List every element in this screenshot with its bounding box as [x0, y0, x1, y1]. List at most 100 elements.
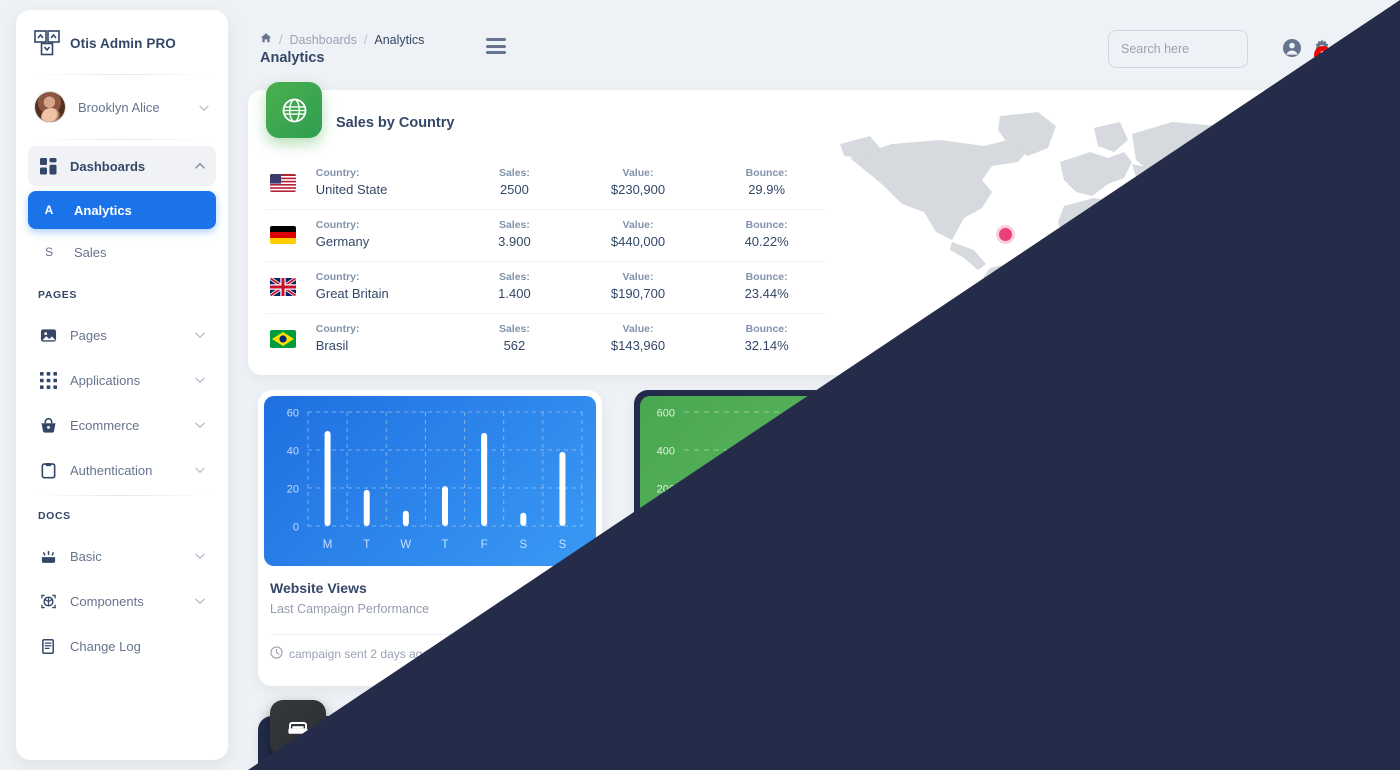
- chevron-down-icon[interactable]: [194, 419, 206, 431]
- nav-list-docs: Basic Components Change Log: [16, 530, 228, 666]
- marker-germany[interactable]: [1147, 218, 1160, 231]
- marker-brasil[interactable]: [1012, 281, 1025, 294]
- brand-title: Otis Admin PRO: [70, 35, 176, 51]
- home-icon[interactable]: [260, 32, 272, 47]
- svg-text:200: 200: [657, 484, 675, 496]
- footer-text: campaign sent 2 days ago: [289, 647, 430, 661]
- flag-gb: [266, 261, 312, 315]
- sofa-icon: [270, 700, 326, 756]
- add-person-icon: [1134, 700, 1190, 756]
- nav-list-pages: Pages Applications Ecommerce Authenticat…: [16, 309, 228, 490]
- sidebar-item-sales[interactable]: S Sales: [28, 233, 216, 271]
- table-row[interactable]: Country: Germany Sales: 3.900 Value: $440,0…: [266, 209, 826, 263]
- sidebar-item-ecommerce[interactable]: Ecommerce: [28, 405, 216, 445]
- apps-grid-icon: [38, 370, 58, 390]
- sidebar-item-label: Pages: [70, 327, 107, 343]
- sidebar-item-pages[interactable]: Pages: [28, 315, 216, 355]
- marker-china[interactable]: [1237, 247, 1250, 260]
- chevron-down-icon[interactable]: [194, 464, 206, 476]
- account-icon[interactable]: [1282, 38, 1302, 58]
- table-row[interactable]: Country: Brasil Sales: 562 Value: $143,960 …: [266, 314, 826, 366]
- sidebar-item-label: Dashboards: [70, 158, 146, 174]
- completed-tasks-chart[interactable]: 0 200 400 600 Apr May Jun Jul Aug Sep Oct Nov Dec: [1024, 396, 1356, 566]
- table-row[interactable]: Country: United State Sales: 2500 Value: $2…: [266, 158, 826, 211]
- cell-sales: 3.900: [498, 234, 531, 250]
- stat-card-revenue: Revenue 34k: [834, 700, 1102, 770]
- stat-value: +91: [1340, 750, 1376, 770]
- sidebar-item-components[interactable]: Components: [28, 581, 216, 621]
- svg-text:S: S: [559, 539, 567, 551]
- table-row[interactable]: Country: Great Britain Sales: 1.400 Value:…: [266, 261, 826, 315]
- sidebar-item-authentication[interactable]: Authentication: [28, 450, 216, 490]
- hamburger-menu-icon[interactable]: [486, 38, 506, 54]
- world-map-shape: [840, 112, 1314, 352]
- world-map[interactable]: [832, 100, 1392, 365]
- svg-text:400: 400: [1041, 446, 1059, 458]
- svg-text:40: 40: [287, 446, 299, 458]
- label-country: Country:: [315, 271, 360, 284]
- label-bounce: Bounce:: [745, 271, 788, 284]
- breadcrumb-parent[interactable]: Dashboards: [289, 33, 356, 47]
- notification-badge: 9: [1314, 46, 1332, 64]
- search-box[interactable]: [1108, 30, 1248, 68]
- globe-icon: [266, 82, 322, 138]
- cell-value: $190,700: [610, 286, 666, 302]
- marker-russia[interactable]: [1217, 200, 1230, 213]
- chevron-down-icon[interactable]: [194, 550, 206, 562]
- cell-value: $440,000: [610, 234, 666, 250]
- sidebar-item-label: Authentication: [70, 462, 153, 478]
- svg-text:Jul: Jul: [781, 539, 796, 551]
- chevron-down-icon[interactable]: [198, 101, 210, 113]
- label-country: Country:: [315, 167, 360, 179]
- chart-card-title: Website Views: [270, 580, 367, 596]
- clock-icon: [646, 646, 659, 662]
- sidebar-item-change-log[interactable]: Change Log: [28, 626, 216, 666]
- svg-text:Oct: Oct: [884, 539, 903, 551]
- bell-icon[interactable]: 9: [1314, 38, 1362, 64]
- svg-text:Apr: Apr: [1059, 539, 1077, 551]
- svg-text:T: T: [441, 539, 448, 551]
- search-input[interactable]: [1108, 30, 1248, 68]
- chevron-up-icon[interactable]: [194, 160, 206, 172]
- sidebar-item-applications[interactable]: Applications: [28, 360, 216, 400]
- nav-list: Dashboards A Analytics S Sales: [16, 140, 228, 271]
- cell-value: $230,900: [610, 182, 666, 198]
- marker-united-states[interactable]: [999, 228, 1012, 241]
- svg-text:600: 600: [1041, 408, 1059, 420]
- divider: [270, 634, 580, 635]
- sidebar-item-analytics[interactable]: A Analytics: [28, 191, 216, 229]
- user-profile-row[interactable]: Brooklyn Alice: [16, 75, 228, 139]
- chevron-down-icon[interactable]: [194, 374, 206, 386]
- stat-value: 2,300: [747, 750, 800, 770]
- cell-country: Great Britain: [315, 286, 389, 302]
- group-title-docs: DOCS: [38, 510, 71, 522]
- store-icon: [846, 700, 902, 756]
- basic-box-icon: [38, 546, 58, 566]
- clock-icon: [270, 646, 283, 662]
- cell-bounce: 29.9%: [748, 182, 786, 198]
- label-country: Country:: [315, 323, 360, 336]
- svg-text:20: 20: [287, 484, 299, 496]
- sidebar-item-label: Analytics: [74, 202, 132, 218]
- svg-text:Sep: Sep: [848, 539, 868, 551]
- stat-label: Today's Users: [721, 732, 800, 746]
- sidebar-item-basic[interactable]: Basic: [28, 536, 216, 576]
- svg-text:Aug: Aug: [1197, 539, 1217, 551]
- website-views-chart[interactable]: 0 20 40 60 M T W T F S S: [264, 396, 596, 566]
- chart-card-daily-sales: 0 200 400 600 Apr May Jun Jul Aug Sep Oct Nov Dec Da…: [634, 390, 978, 686]
- daily-sales-chart[interactable]: 0 200 400 600 Apr May Jun Jul Aug Sep Oct Nov Dec: [640, 396, 972, 566]
- cell-value: $143,960: [610, 338, 666, 354]
- chevron-down-icon[interactable]: [194, 329, 206, 341]
- sidebar-item-dashboards[interactable]: Dashboards: [28, 146, 216, 186]
- brand[interactable]: Otis Admin PRO: [16, 10, 228, 74]
- sidebar-item-label: Sales: [74, 244, 107, 260]
- label-bounce: Bounce:: [745, 219, 788, 232]
- chevron-down-icon[interactable]: [194, 595, 206, 607]
- svg-text:M: M: [323, 539, 333, 551]
- breadcrumb-sep-2: /: [363, 32, 368, 47]
- chart-card-completed-tasks: 0 200 400 600 Apr May Jun Jul Aug Sep Oct Nov Dec Co…: [1018, 390, 1362, 686]
- stat-label: Revenue: [1037, 732, 1088, 746]
- basket-icon: [38, 415, 58, 435]
- image-icon: [38, 325, 58, 345]
- svg-text:W: W: [400, 539, 411, 551]
